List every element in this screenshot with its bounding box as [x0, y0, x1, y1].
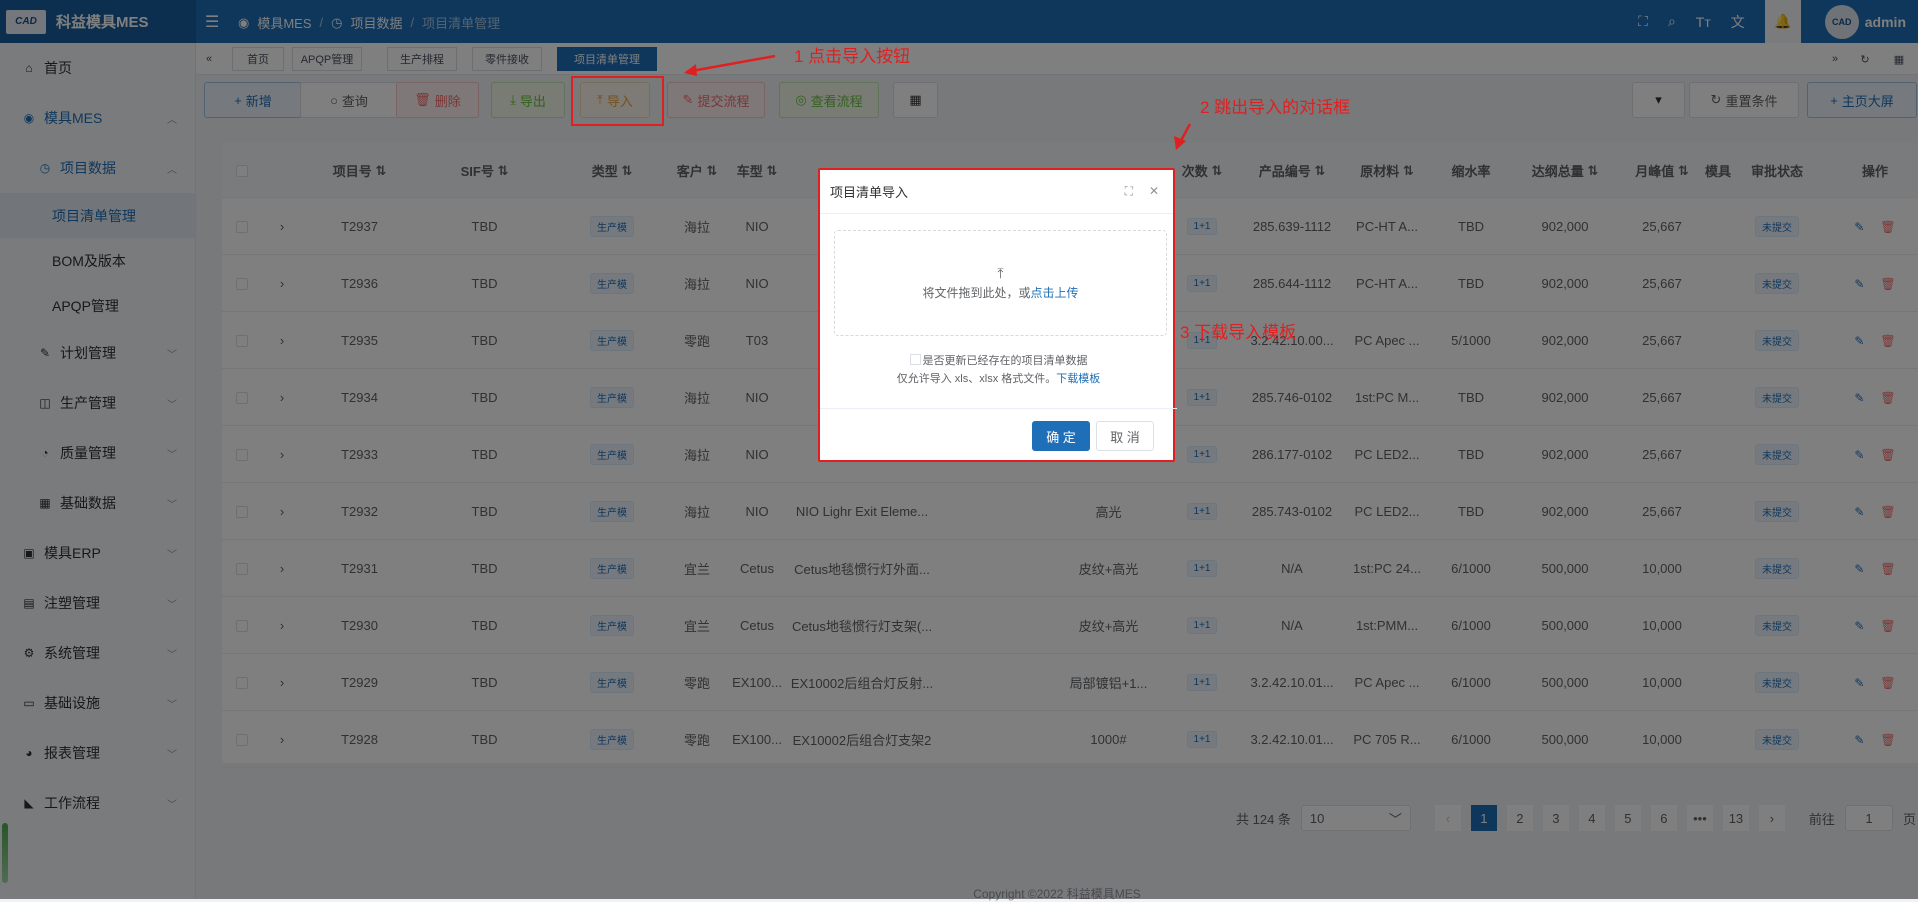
upload-icon: ⤒: [997, 265, 1004, 281]
import-dialog: 项目清单导入 ⛶ ✕ ⤒ 将文件拖到此处，或点击上传 是否更新已经存在的项目清单…: [818, 168, 1177, 462]
format-hint: 仅允许导入 xls、xlsx 格式文件。: [896, 373, 1057, 385]
annotation-3: 3 下载导入模板: [1180, 323, 1297, 342]
format-tip: 仅允许导入 xls、xlsx 格式文件。下载模板: [820, 370, 1177, 386]
cancel-button[interactable]: 取 消: [1096, 421, 1154, 451]
annotation-1: 1 点击导入按钮: [794, 47, 911, 66]
annotation-2: 2 跳出导入的对话框: [1200, 98, 1351, 117]
confirm-button[interactable]: 确 定: [1032, 421, 1090, 451]
drag-hint: 将文件拖到此处，或: [922, 286, 1031, 300]
click-upload-link[interactable]: 点击上传: [1031, 286, 1079, 300]
maximize-icon[interactable]: ⛶: [1125, 184, 1133, 199]
dialog-header: 项目清单导入 ⛶ ✕: [820, 170, 1173, 214]
close-icon[interactable]: ✕: [1149, 184, 1159, 198]
update-option: 是否更新已经存在的项目清单数据: [820, 352, 1177, 368]
download-template-link[interactable]: 下载模板: [1056, 373, 1100, 385]
update-label: 是否更新已经存在的项目清单数据: [922, 355, 1088, 367]
dialog-footer: 确 定 取 消: [820, 408, 1177, 462]
dialog-title: 项目清单导入: [830, 185, 909, 200]
update-checkbox[interactable]: [909, 354, 921, 365]
upload-dropzone[interactable]: ⤒ 将文件拖到此处，或点击上传: [834, 230, 1167, 336]
arrow-1: [685, 54, 776, 74]
